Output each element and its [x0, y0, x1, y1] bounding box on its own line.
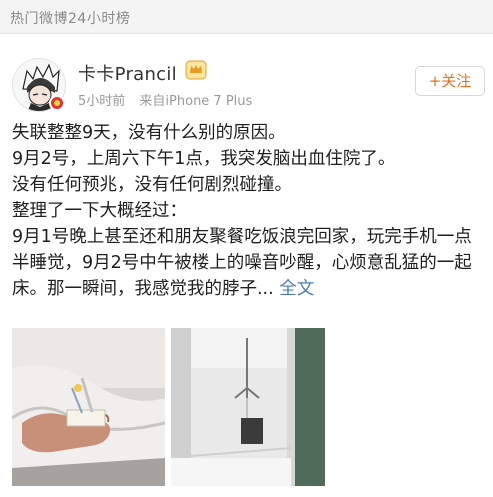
post-body: 失联整整9天，没有什么别的原因。 9月2号，上周六下午1点，我突发脑出血住院了。… [12, 120, 488, 302]
hand-iv-image [12, 328, 165, 486]
post-paragraph: 9月2号，上周六下午1点，我突发脑出血住院了。 [12, 149, 396, 169]
read-more-link[interactable]: 全文 [279, 279, 314, 299]
post-source: 来自iPhone 7 Plus [139, 94, 253, 109]
post-paragraph: 没有任何预兆，没有任何剧烈碰撞。 [12, 175, 292, 195]
post-time: 5小时前 [78, 94, 126, 109]
vip-crown-icon [185, 60, 207, 80]
post-meta: 5小时前 来自iPhone 7 Plus [78, 90, 252, 109]
header-title: 热门微博24小时榜 [10, 11, 131, 27]
post-paragraph: 整理了一下大概经过： [12, 201, 187, 221]
ceiling-iv-image [171, 328, 325, 486]
follow-button[interactable]: +关注 [415, 66, 485, 96]
post-photo-hospital-ceiling[interactable] [171, 328, 325, 486]
username[interactable]: 卡卡Prancil [78, 60, 177, 86]
post-paragraph: 失联整整9天，没有什么别的原因。 [12, 123, 286, 143]
post-paragraph: 9月1号晚上甚至还和朋友聚餐吃饭浪完回家，玩完手机一点半睡觉，9月2号中午被楼上… [12, 227, 472, 299]
header-bar: 热门微博24小时榜 [0, 0, 493, 34]
verified-icon [49, 95, 65, 111]
post-paragraph-last: 9月1号晚上甚至还和朋友聚餐吃饭浪完回家，玩完手机一点半睡觉，9月2号中午被楼上… [12, 224, 488, 302]
post-photo-hospital-hand[interactable] [12, 328, 165, 486]
